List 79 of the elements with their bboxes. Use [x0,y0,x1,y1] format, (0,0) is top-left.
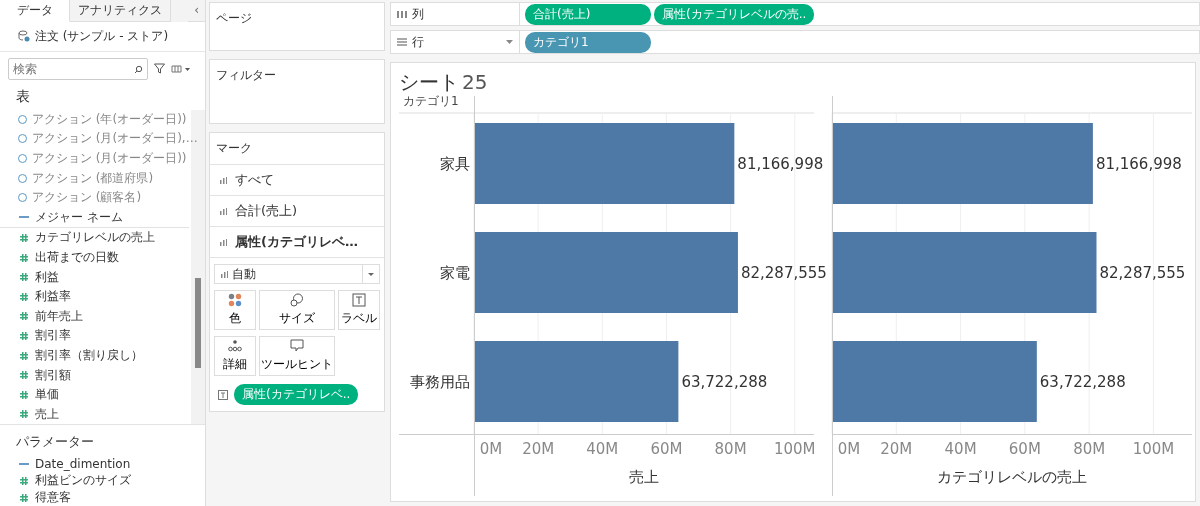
section-title: パラメーター [0,424,205,456]
text: 20M [880,440,913,458]
field-item[interactable]: 利益率 [0,286,71,307]
field-item[interactable]: アクション (顧客名) [0,187,142,208]
view-options-icon[interactable] [171,64,191,74]
scrollbar[interactable] [195,277,201,368]
parameter-item[interactable]: 利益ビンのサイズ [0,472,131,489]
pages-card: ページ [209,2,385,51]
value-label: 63,722,288 [681,373,768,391]
field-item[interactable]: メジャー ネーム [0,207,189,229]
field-item[interactable]: カテゴリレベルの売上 [0,228,155,248]
category-label: 家電 [440,264,470,282]
dots-icon [228,339,242,353]
value-label: 81,166,998 [737,155,824,173]
text: 0M [479,440,503,458]
search-icon [134,64,143,74]
value-label: 81,166,998 [1095,155,1182,173]
circles-icon [290,293,304,307]
text: 40M [586,440,619,458]
section-title: 表 [15,86,31,106]
category-label: 事務用品 [410,373,470,391]
value-label: 63,722,288 [1039,373,1126,391]
text: 100M [1132,440,1175,458]
sidebar-tab[interactable]: アナリティクス [70,0,171,22]
sidebar-tab[interactable]: データ [0,0,70,22]
value-label: 82,287,555 [1099,264,1186,282]
axis-title: カテゴリレベルの売上 [937,468,1087,486]
bar[interactable] [475,123,735,204]
field-item[interactable]: 前年売上 [0,306,83,327]
bar[interactable] [833,123,1093,204]
field-item[interactable]: 利益 [0,267,59,287]
bar[interactable] [475,341,679,422]
mark-property-button[interactable]: サイズ [259,290,335,330]
bar[interactable] [833,232,1097,313]
text: 80M [714,440,747,458]
filters-card: フィルター [209,58,385,124]
text: 40M [944,440,977,458]
mark-property-button[interactable]: 色 [214,290,256,330]
field-item[interactable]: 割引率 [0,326,71,346]
axis-title: 売上 [629,468,659,486]
text: 20M [522,440,555,458]
marks-layer-tab[interactable]: 合計(売上) [210,196,384,227]
row-header-label: カテゴリ1 [403,94,459,108]
field-item[interactable]: 売上 [0,404,59,425]
dots-icon [228,293,242,307]
field-item[interactable]: アクション (月(オーダー日)) [0,148,187,169]
marks-title: マーク [210,133,384,165]
bar[interactable] [475,232,738,313]
category-label: 家具 [440,155,470,173]
search-field[interactable]: 検索 [8,57,148,80]
field-item[interactable]: 出荷までの日数 [0,247,119,268]
parameter-item[interactable]: 得意客 [0,489,71,506]
database-icon [18,30,30,43]
text-icon [352,293,366,307]
field-item[interactable]: 単価 [0,384,59,405]
text: 60M [1008,440,1041,458]
text: 100M [773,440,816,458]
text: 0M [837,440,861,458]
mark-property-button[interactable]: 詳細 [214,336,256,376]
mark-property-button[interactable]: ラベル [338,290,380,330]
text: 80M [1073,440,1106,458]
bar[interactable] [833,341,1037,422]
field-item[interactable]: 割引率（割り戻し） [0,345,143,366]
field-item[interactable]: アクション (年(オーダー日)) [0,109,187,130]
marks-layer-tab[interactable]: すべて [210,165,384,196]
mark-property-button[interactable]: ツールヒント [259,336,335,376]
data-source-name[interactable]: 注文 (サンプル - ストア) [35,27,169,45]
speech-bubble-icon [290,339,304,353]
filter-icon[interactable] [154,63,165,75]
sheet-title: シート 25 [399,69,489,95]
text-icon [218,389,228,400]
parameter-item[interactable]: Date_dimention [0,455,131,472]
field-item[interactable]: アクション (月(オーダー日),… [0,129,198,149]
value-label: 82,287,555 [740,264,827,282]
mark-type-dropdown[interactable]: 自動 [214,264,380,284]
marks-layer-tab[interactable]: 属性(カテゴリレベ… [210,227,384,258]
field-item[interactable]: アクション (都道府県) [0,168,154,188]
text: 60M [650,440,683,458]
field-item[interactable]: 割引額 [0,365,71,385]
